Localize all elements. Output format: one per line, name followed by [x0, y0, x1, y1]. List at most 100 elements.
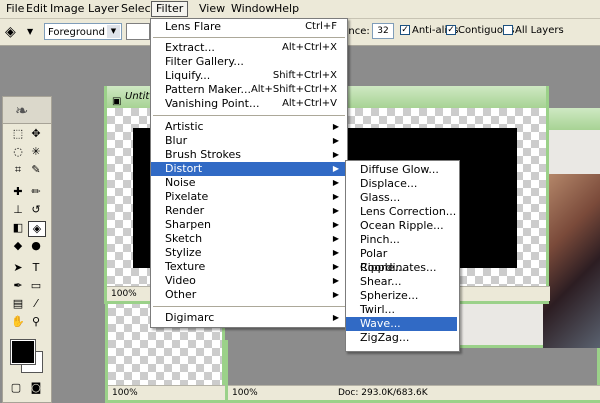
menu-item-noise[interactable]: Noise ▶	[151, 176, 345, 190]
zoom-tool-icon[interactable]: ⚲	[28, 315, 44, 329]
feather-logo-icon: ❧	[15, 101, 29, 120]
submenu-arrow-icon: ▶	[332, 290, 339, 299]
menu-item-other[interactable]: Other ▶	[151, 288, 345, 302]
move-tool-icon[interactable]: ✥	[28, 127, 44, 141]
menu-item-liquify[interactable]: Liquify... Shift+Ctrl+X	[151, 69, 345, 83]
menu-item-distort[interactable]: Distort ▶	[151, 162, 345, 176]
menu-item-lens-flare[interactable]: Lens Flare Ctrl+F	[151, 20, 345, 34]
notes-tool-icon[interactable]: ▤	[10, 297, 26, 311]
foreground-color-swatch[interactable]	[10, 339, 36, 365]
filter-menu: Lens Flare Ctrl+F Extract... Alt+Ctrl+X …	[150, 18, 348, 328]
path-selection-tool-icon[interactable]: ➤	[10, 261, 26, 275]
submenu-arrow-icon: ▶	[332, 136, 339, 145]
all-layers-label: All Layers	[515, 25, 564, 36]
toolbox: ❧ ⬚ ✥ ◌ ✳ ⌗ ✎ ✚ ✏ ⊥ ↺ ◧ ◈ ◆ ● ➤ T ✒ ▭ ▤ …	[2, 96, 52, 403]
menu-item-extract[interactable]: Extract... Alt+Ctrl+X	[151, 41, 345, 55]
paint-bucket-icon[interactable]: ◈	[5, 24, 23, 40]
clone-stamp-tool-icon[interactable]: ⊥	[10, 203, 26, 217]
menu-separator	[153, 306, 345, 307]
healing-brush-tool-icon[interactable]: ✚	[10, 185, 26, 199]
menu-item-ripple[interactable]: Ripple...	[346, 261, 457, 275]
menu-bar: File Edit Image Layer Select Filter View…	[0, 0, 600, 19]
brush-tool-icon[interactable]: ✏	[28, 185, 44, 199]
menu-item-stylize[interactable]: Stylize ▶	[151, 246, 345, 260]
submenu-arrow-icon: ▶	[332, 206, 339, 215]
submenu-arrow-icon: ▶	[332, 276, 339, 285]
shape-tool-icon[interactable]: ▭	[28, 279, 44, 293]
blur-tool-icon[interactable]: ◆	[10, 239, 26, 253]
standard-mode-icon[interactable]: ▢	[8, 381, 24, 395]
zoom-level-1: 100%	[111, 289, 137, 299]
submenu-arrow-icon: ▶	[332, 192, 339, 201]
menu-item-twirl[interactable]: Twirl...	[346, 303, 457, 317]
menu-item-glass[interactable]: Glass...	[346, 191, 457, 205]
status-bar-3: 100% Doc: 293.0K/683.6K	[228, 385, 600, 400]
menu-item-wave[interactable]: Wave...	[346, 317, 457, 331]
hand-tool-icon[interactable]: ✋	[10, 315, 26, 329]
menu-view[interactable]: View	[195, 2, 229, 16]
status-bar-2: 100%	[108, 385, 226, 400]
crop-tool-icon[interactable]: ⌗	[10, 163, 26, 177]
menu-image[interactable]: Image	[46, 2, 88, 16]
menu-item-polar-coordinates[interactable]: Polar Coordinates...	[346, 247, 457, 274]
photo-layer[interactable]	[543, 174, 600, 348]
anti-alias-checkbox[interactable]: ✓	[400, 25, 410, 35]
zoom-level-3: 100%	[232, 388, 258, 398]
doc1-title: Untit	[125, 91, 150, 102]
eyedropper-tool-icon[interactable]: ⁄	[28, 297, 44, 311]
menu-filter[interactable]: Filter	[151, 1, 189, 17]
menu-item-diffuse-glow[interactable]: Diffuse Glow...	[346, 163, 457, 177]
fill-source-value: Foreground	[48, 27, 105, 38]
menu-item-digimarc[interactable]: Digimarc ▶	[151, 311, 345, 325]
tolerance-input[interactable]: 32	[372, 23, 394, 39]
menu-item-displace[interactable]: Displace...	[346, 177, 457, 191]
menu-item-sharpen[interactable]: Sharpen ▶	[151, 218, 345, 232]
menu-help[interactable]: Help	[270, 2, 303, 16]
history-brush-tool-icon[interactable]: ↺	[28, 203, 44, 217]
pattern-swatch[interactable]	[126, 23, 150, 40]
menu-item-filter-gallery[interactable]: Filter Gallery...	[151, 55, 345, 69]
toolbox-header: ❧	[3, 97, 51, 124]
menu-separator	[153, 37, 345, 38]
menu-item-zigzag[interactable]: ZigZag...	[346, 331, 457, 345]
submenu-arrow-icon: ▶	[332, 122, 339, 131]
chevron-down-icon: ▼	[107, 25, 120, 38]
menu-item-pinch[interactable]: Pinch...	[346, 233, 457, 247]
submenu-arrow-icon: ▶	[332, 234, 339, 243]
contiguous-checkbox[interactable]: ✓	[446, 25, 456, 35]
menu-item-spherize[interactable]: Spherize...	[346, 289, 457, 303]
quick-mask-mode-icon[interactable]: ◙	[28, 381, 44, 395]
marquee-tool-icon[interactable]: ⬚	[10, 127, 26, 141]
menu-item-brush-strokes[interactable]: Brush Strokes ▶	[151, 148, 345, 162]
menu-item-pixelate[interactable]: Pixelate ▶	[151, 190, 345, 204]
distort-submenu: Diffuse Glow... Displace... Glass... Len…	[345, 160, 460, 352]
menu-item-shear[interactable]: Shear...	[346, 275, 457, 289]
lasso-tool-icon[interactable]: ◌	[10, 145, 26, 159]
menu-item-texture[interactable]: Texture ▶	[151, 260, 345, 274]
submenu-arrow-icon: ▶	[332, 248, 339, 257]
menu-item-ocean-ripple[interactable]: Ocean Ripple...	[346, 219, 457, 233]
doc-size-info: Doc: 293.0K/683.6K	[338, 388, 428, 398]
eraser-tool-icon[interactable]: ◧	[10, 221, 26, 235]
menu-item-pattern-maker[interactable]: Pattern Maker... Alt+Shift+Ctrl+X	[151, 83, 345, 97]
submenu-arrow-icon: ▶	[332, 313, 339, 322]
menu-item-sketch[interactable]: Sketch ▶	[151, 232, 345, 246]
menu-item-vanishing-point[interactable]: Vanishing Point... Alt+Ctrl+V	[151, 97, 345, 111]
menu-item-lens-correction[interactable]: Lens Correction...	[346, 205, 457, 219]
submenu-arrow-icon: ▶	[332, 262, 339, 271]
menu-item-video[interactable]: Video ▶	[151, 274, 345, 288]
menu-item-render[interactable]: Render ▶	[151, 204, 345, 218]
submenu-arrow-icon: ▶	[332, 164, 339, 173]
menu-item-artistic[interactable]: Artistic ▶	[151, 120, 345, 134]
paint-bucket-tool-icon[interactable]: ◈	[28, 221, 46, 237]
menu-item-blur[interactable]: Blur ▶	[151, 134, 345, 148]
all-layers-checkbox[interactable]	[503, 25, 513, 35]
fill-source-select[interactable]: Foreground ▼	[44, 23, 122, 40]
slice-tool-icon[interactable]: ✎	[28, 163, 44, 177]
magic-wand-tool-icon[interactable]: ✳	[28, 145, 44, 159]
dodge-tool-icon[interactable]: ●	[28, 239, 44, 253]
type-tool-icon[interactable]: T	[28, 261, 44, 275]
menu-separator	[153, 115, 345, 116]
pen-tool-icon[interactable]: ✒	[10, 279, 26, 293]
tool-preset-arrow-icon[interactable]: ▼	[27, 24, 33, 40]
